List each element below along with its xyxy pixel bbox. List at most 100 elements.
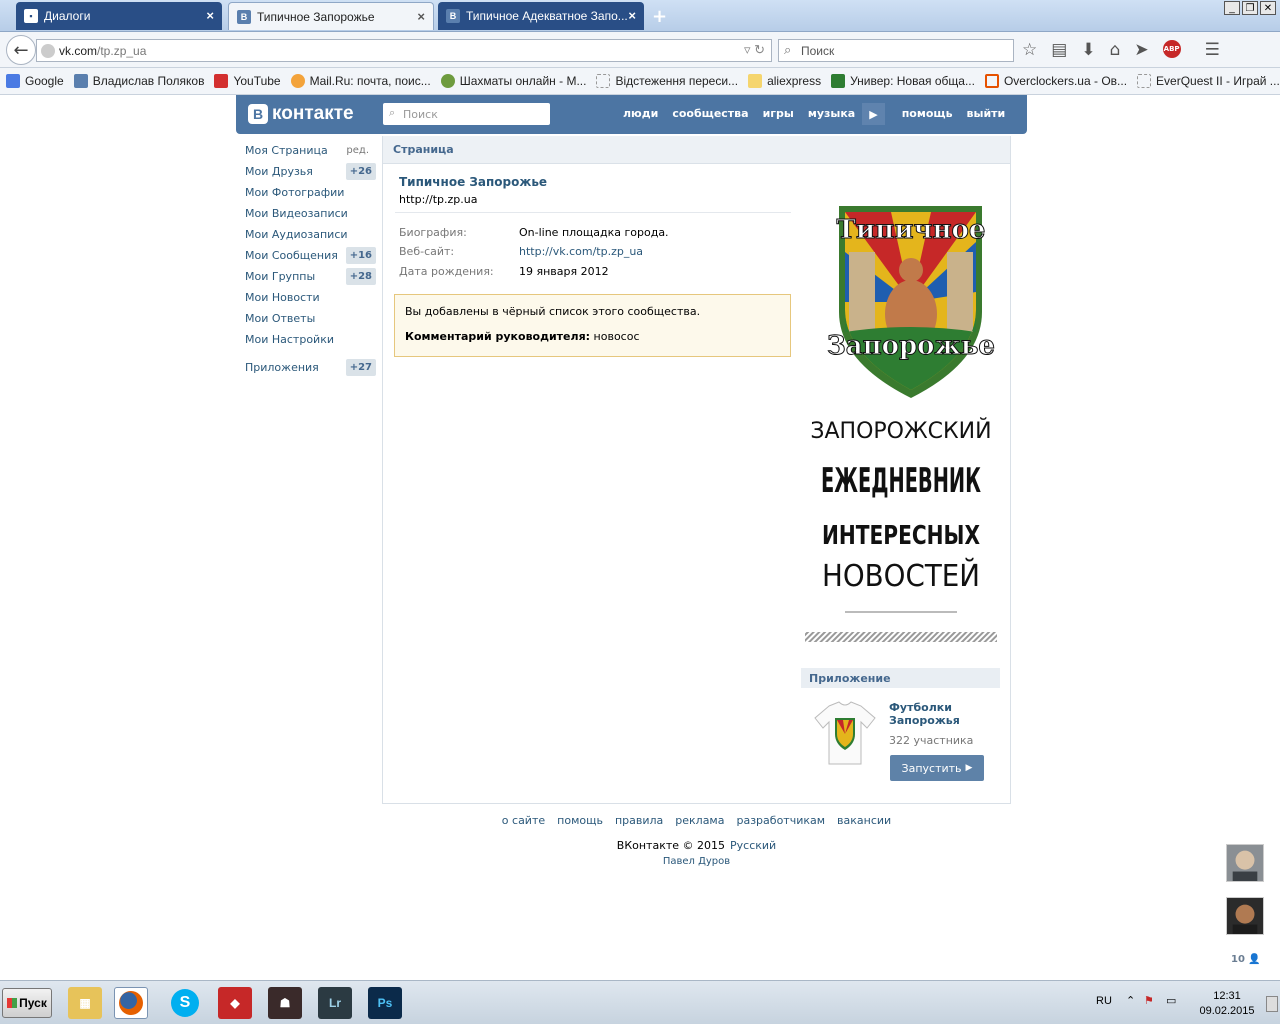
logo-line3: ИНТЕРЕСНЫХ (822, 521, 980, 551)
footer-developers[interactable]: разработчикам (736, 814, 825, 827)
windows-logo-icon (7, 998, 18, 1008)
count-badge[interactable]: +26 (345, 163, 376, 180)
bookmark-star-icon[interactable]: ☆ (1022, 40, 1037, 60)
bookmark-univer[interactable]: Универ: Новая обща... (831, 74, 975, 88)
bookmark-mailru[interactable]: Mail.Ru: почта, поис... (290, 74, 431, 88)
tray-expand-icon[interactable]: ⌃ (1126, 994, 1135, 1007)
adblock-icon[interactable]: ABP (1162, 40, 1181, 58)
folder-icon (748, 74, 763, 88)
menu-friends[interactable]: Мои Друзья +26 (240, 161, 377, 182)
explorer-icon[interactable]: ▦ (68, 987, 102, 1019)
menu-edit-link[interactable]: ред. (346, 145, 369, 156)
bookmark-label: Mail.Ru: почта, поис... (309, 74, 431, 88)
menu-news[interactable]: Мои Новости (240, 287, 377, 308)
footer-rules[interactable]: правила (615, 814, 663, 827)
tab-adekvatnoe[interactable]: В Типичное Адекватное Запо... × (438, 2, 644, 30)
tab-tipichnoe-zaporozhye[interactable]: В Типичное Запорожье × (228, 2, 434, 30)
close-icon[interactable]: × (417, 9, 425, 24)
start-button[interactable]: Пуск (2, 988, 52, 1018)
clock[interactable]: 12:31 09.02.2015 (1192, 990, 1262, 1017)
reading-list-icon[interactable]: ▤ (1051, 40, 1067, 60)
bookmark-tracking[interactable]: Відстеження переси... (596, 74, 738, 88)
download-icon[interactable]: ⬇ (1081, 40, 1095, 60)
notice-comment: новосос (593, 330, 640, 343)
restore-icon[interactable]: ❐ (1242, 1, 1258, 15)
bookmark-aliexpress[interactable]: aliexpress (748, 74, 821, 88)
taskbar: Пуск ▦ S ◆ ☗ Lr Ps RU ⌃ ⚑ ▭ 12:31 09.02.… (0, 980, 1280, 1024)
flag-alert-icon[interactable]: ⚑ (1144, 994, 1154, 1007)
count-badge[interactable]: +16 (345, 247, 376, 264)
vk-search-input[interactable]: ⌕ Поиск (383, 103, 550, 125)
lightroom-icon[interactable]: Lr (318, 987, 352, 1019)
online-friends-count[interactable]: 10 👤 (1231, 954, 1261, 965)
game-icon[interactable]: ☗ (268, 987, 302, 1019)
website-link[interactable]: http://vk.com/tp.zp_ua (519, 245, 643, 258)
footer-jobs[interactable]: вакансии (837, 814, 891, 827)
nav-music[interactable]: музыка (801, 107, 862, 125)
close-icon[interactable]: × (206, 8, 214, 23)
bookmark-overclockers[interactable]: Overclockers.ua - Ов... (984, 74, 1127, 88)
tab-label: Диалоги (44, 9, 91, 23)
send-icon[interactable]: ➤ (1134, 40, 1148, 60)
menu-label: Мои Настройки (245, 333, 334, 346)
menu-hamburger-icon[interactable]: ☰ (1205, 40, 1220, 60)
menu-videos[interactable]: Мои Видеозаписи (240, 203, 377, 224)
address-bar[interactable]: vk.com/tp.zp_ua ▿ ↻ (36, 39, 772, 62)
vk-icon: В (446, 9, 460, 23)
footer-about[interactable]: о сайте (502, 814, 545, 827)
count-badge[interactable]: +28 (345, 268, 376, 285)
new-tab-plus-icon[interactable]: + (652, 6, 667, 27)
close-icon[interactable]: × (628, 8, 636, 23)
menu-groups[interactable]: Мои Группы +28 (240, 266, 377, 287)
firefox-icon[interactable] (114, 987, 148, 1019)
network-icon[interactable]: ▭ (1166, 994, 1176, 1007)
show-desktop-button[interactable] (1266, 996, 1278, 1012)
menu-label: Мои Друзья (245, 165, 313, 178)
app-name[interactable]: Футболки Запорожья (889, 701, 989, 727)
bookmark-everquest[interactable]: EverQuest II - Играй ... (1137, 74, 1280, 88)
back-arrow-icon[interactable]: ← (6, 35, 36, 65)
nav-logout[interactable]: выйти (960, 107, 1013, 125)
nav-games[interactable]: игры (756, 107, 801, 125)
menu-settings[interactable]: Мои Настройки (240, 329, 377, 350)
close-window-icon[interactable]: ✕ (1260, 1, 1276, 15)
skype-icon[interactable]: S (168, 987, 202, 1019)
author-link[interactable]: Павел Дуров (382, 856, 1011, 867)
friends-count-text: 10 (1231, 954, 1245, 965)
menu-audio[interactable]: Мои Аудиозаписи (240, 224, 377, 245)
friend-avatar[interactable] (1226, 897, 1264, 935)
tshirt-image[interactable] (813, 700, 877, 766)
home-icon[interactable]: ⌂ (1110, 40, 1121, 60)
bookmark-vladislav[interactable]: Владислав Поляков (73, 74, 205, 88)
menu-photos[interactable]: Мои Фотографии (240, 182, 377, 203)
count-badge[interactable]: +27 (345, 359, 376, 376)
bookmark-chess[interactable]: Шахматы онлайн - М... (440, 74, 586, 88)
browser-search-input[interactable]: ⌕ Поиск (778, 39, 1014, 62)
friend-avatar[interactable] (1226, 844, 1264, 882)
language-indicator[interactable]: RU (1096, 995, 1112, 1007)
app-section-title[interactable]: Приложение (801, 668, 1000, 688)
nav-communities[interactable]: сообщества (665, 107, 755, 125)
footer-ads[interactable]: реклама (675, 814, 724, 827)
community-avatar[interactable]: Типичное Запорожье ЗАПОРОЖСКИЙ ЕЖЕДНЕВНИ… (801, 202, 1001, 648)
vk-logo[interactable]: В контакте (248, 103, 354, 125)
photoshop-icon[interactable]: Ps (368, 987, 402, 1019)
language-link[interactable]: Русский (730, 839, 776, 852)
bookmark-youtube[interactable]: YouTube (214, 74, 281, 88)
bookmark-label: Владислав Поляков (92, 74, 205, 88)
menu-answers[interactable]: Мои Ответы (240, 308, 377, 329)
minimize-icon[interactable]: _ (1224, 1, 1240, 15)
red-app-icon[interactable]: ◆ (218, 987, 252, 1019)
nav-help[interactable]: помощь (895, 107, 960, 125)
nav-people[interactable]: люди (616, 107, 665, 125)
menu-my-page[interactable]: Моя Страница ред. (240, 140, 377, 161)
menu-apps[interactable]: Приложения +27 (240, 357, 377, 378)
tab-dialogs[interactable]: ▪ Диалоги × (16, 2, 222, 30)
launch-app-button[interactable]: Запустить ▶ (890, 755, 984, 781)
play-icon[interactable]: ▶ (862, 103, 885, 125)
vk-logo-icon: В (248, 104, 268, 124)
reload-icon[interactable]: ▿ ↻ (744, 42, 765, 58)
menu-messages[interactable]: Мои Сообщения +16 (240, 245, 377, 266)
footer-help[interactable]: помощь (557, 814, 603, 827)
bookmark-google[interactable]: Google (6, 74, 64, 88)
